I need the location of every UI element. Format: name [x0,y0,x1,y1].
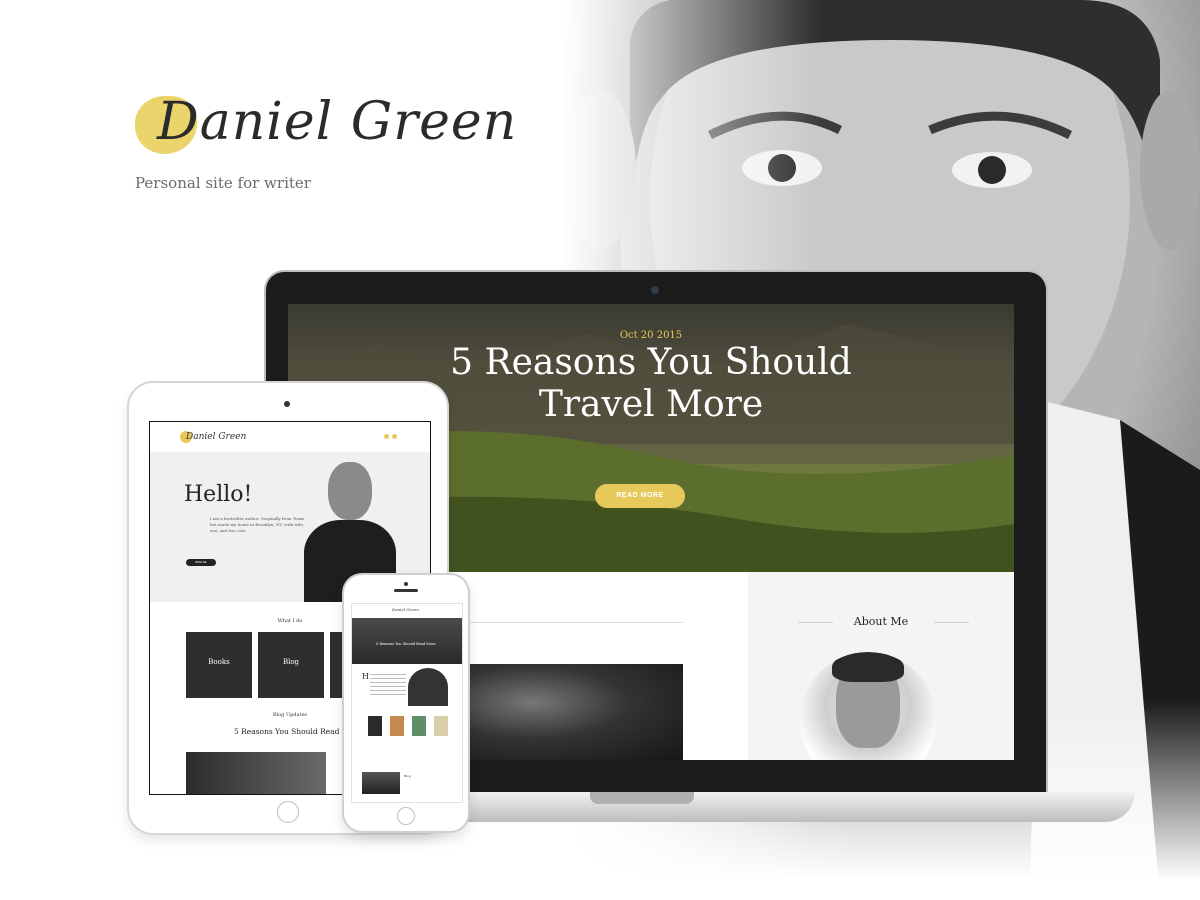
laptop-camera [651,286,659,294]
laptop-notch [590,792,694,804]
phone-books-row [362,716,452,748]
phone-blog-image[interactable] [362,772,400,794]
hero-title: 5 Reasons You Should Travel More [450,342,852,425]
author-head [328,462,372,520]
book-cover[interactable] [412,716,426,736]
tablet-read-more-button[interactable]: READ ME [186,559,216,566]
author-avatar [800,652,936,760]
section-divider [468,622,683,623]
brand-logo[interactable]: Daniel Green [135,92,516,172]
phone-hero-title[interactable]: 5 Reasons You Should Read More [376,642,436,646]
tablet-logo-text[interactable]: Daniel Green [186,432,246,442]
tablet-social-icon[interactable] [392,434,397,439]
phone-speaker [394,589,418,592]
phone-blog-title[interactable]: Blog [404,774,456,778]
about-sidebar: About Me [748,572,1014,760]
tablet-camera [284,401,290,407]
book-cover[interactable] [390,716,404,736]
logo-text: Daniel Green [157,92,518,152]
phone-intro-text-lines [370,674,406,698]
hero-date: Oct 20 2015 [619,330,683,341]
tablet-card-blog[interactable]: Blog [258,632,324,698]
brand-tagline: Personal site for writer [135,174,311,192]
card-label: Blog [282,658,300,666]
book-cover[interactable] [434,716,448,736]
phone-hero [352,618,462,664]
phone-screen: Daniel Green 5 Reasons You Should Read M… [351,603,463,803]
about-divider-right [934,622,969,623]
phone-author-photo [408,668,448,706]
phone-camera [404,582,408,586]
tablet-social-icon[interactable] [384,434,389,439]
read-more-button[interactable]: READ MORE [595,484,685,508]
tablet-post-image[interactable] [186,752,326,794]
phone-device: Daniel Green 5 Reasons You Should Read M… [344,575,468,831]
tablet-hello-heading: Hello! [184,482,253,507]
tablet-home-button[interactable] [277,801,299,823]
tablet-intro-text: I am a bestseller author. Originally fro… [210,516,305,533]
phone-home-button[interactable] [397,807,415,825]
avatar-hair [832,652,904,682]
book-cover[interactable] [368,716,382,736]
about-title: About Me [853,615,909,628]
post-thumbnail[interactable] [468,664,683,760]
phone-logo-text[interactable]: Daniel Green [392,607,419,612]
tablet-card-books[interactable]: Books [186,632,252,698]
card-label: Books [208,658,230,666]
phone-hello-letter: H [362,672,369,681]
